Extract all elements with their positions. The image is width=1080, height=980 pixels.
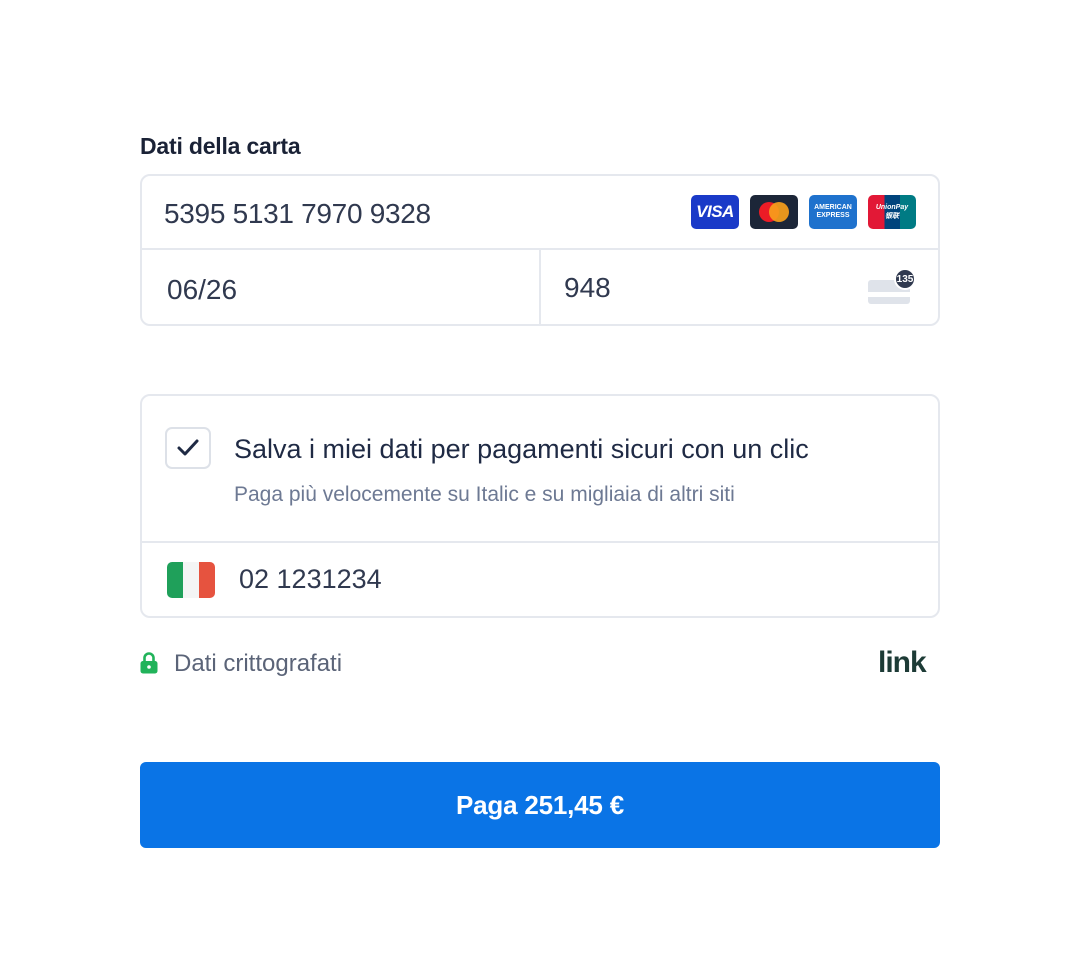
cvc-input[interactable]: 948 — [564, 272, 611, 304]
checkmark-icon — [177, 439, 199, 456]
cvc-hint-badge: 135 — [894, 268, 916, 290]
phone-input[interactable]: 02 1231234 — [239, 564, 382, 595]
card-details-label: Dati della carta — [140, 133, 301, 159]
card-number-input[interactable]: 5395 5131 7970 9328 — [164, 198, 431, 230]
save-details-subtitle: Paga più velocemente su Italic e su migl… — [234, 483, 735, 506]
unionpay-icon: UnionPay 银联 — [868, 195, 916, 229]
save-details-checkbox[interactable] — [165, 427, 211, 469]
phone-field[interactable]: 02 1231234 — [142, 543, 938, 616]
pay-button-label: Paga 251,45 € — [456, 789, 624, 820]
amex-icon: AMERICAN EXPRESS — [809, 195, 857, 229]
card-number-field[interactable]: 5395 5131 7970 9328 VISA AMERICAN EXPRES… — [142, 176, 938, 250]
pay-button[interactable]: Paga 251,45 € — [140, 762, 940, 848]
link-logo: link — [878, 648, 928, 678]
mastercard-icon — [750, 195, 798, 229]
card-brand-icons: VISA AMERICAN EXPRESS UnionPay 银联 — [691, 195, 916, 229]
expiry-field[interactable]: 06/26 — [142, 250, 541, 324]
cvc-card-icon: 135 — [868, 268, 916, 306]
lock-icon — [140, 652, 158, 674]
save-details-title: Salva i miei dati per pagamenti sicuri c… — [234, 434, 809, 464]
link-save-box: Salva i miei dati per pagamenti sicuri c… — [140, 394, 940, 618]
save-details-row[interactable]: Salva i miei dati per pagamenti sicuri c… — [142, 396, 938, 543]
visa-icon: VISA — [691, 195, 739, 229]
svg-text:link: link — [878, 648, 927, 678]
card-expiry-cvc-row: 06/26 948 135 — [142, 250, 938, 324]
expiry-input[interactable]: 06/26 — [167, 274, 237, 306]
secure-text: Dati crittografati — [174, 650, 343, 677]
card-details-box: 5395 5131 7970 9328 VISA AMERICAN EXPRES… — [140, 174, 940, 326]
secure-row: Dati crittografati link — [140, 648, 940, 682]
it-flag-icon[interactable] — [167, 562, 215, 598]
